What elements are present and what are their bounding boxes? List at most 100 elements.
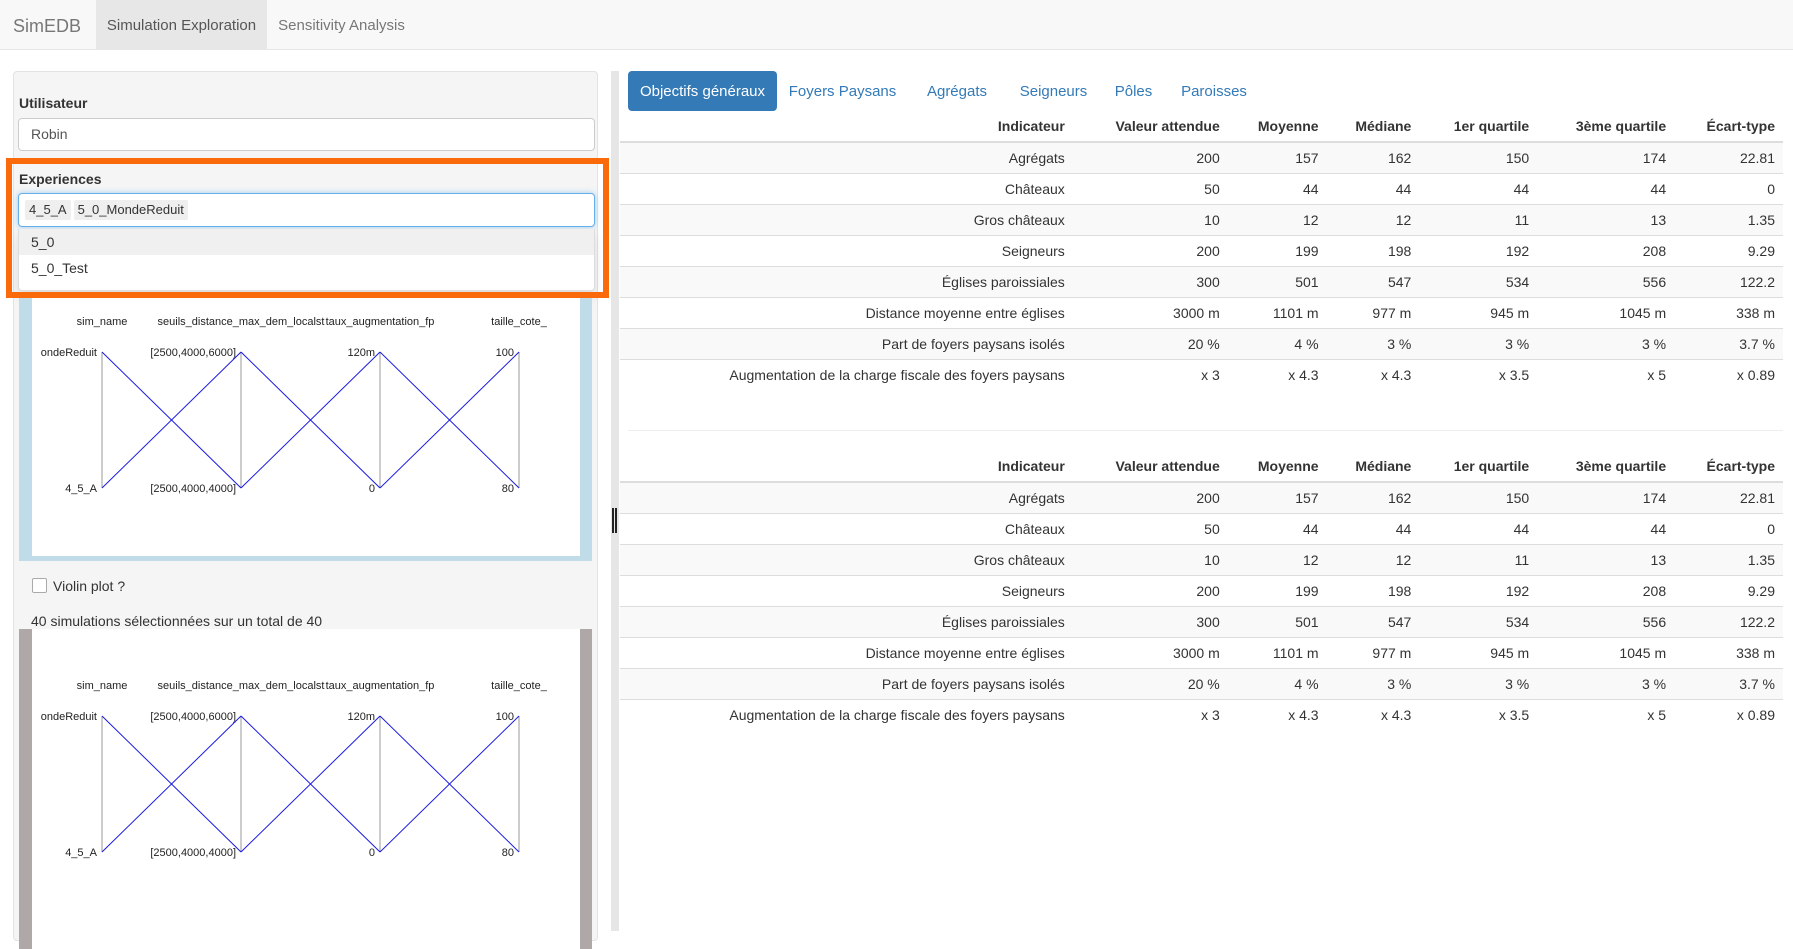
axis-tick-label: 100 — [496, 347, 514, 359]
brand-logo[interactable]: SimEDB — [13, 0, 81, 50]
value-cell: 300 — [1072, 606, 1228, 638]
axis-tick-label: [2500,4000,4000] — [150, 847, 236, 859]
value-cell: x 3 — [1072, 699, 1228, 730]
dropdown-option[interactable]: 5_0_Test — [19, 255, 594, 281]
table-header-row: Indicateur Valeur attendue Moyenne Média… — [620, 111, 1783, 143]
value-cell: x 4.3 — [1227, 699, 1327, 730]
table-row: Gros châteaux 10 12 12 11 13 1.35 — [620, 204, 1783, 236]
table-row: Agrégats 200 157 162 150 174 22.81 — [620, 141, 1783, 174]
value-cell: 12 — [1227, 544, 1327, 576]
axis-tick-label: 80 — [502, 483, 514, 495]
value-cell: 20 % — [1072, 668, 1228, 700]
table-row: Agrégats 200 157 162 150 174 22.81 — [620, 481, 1783, 514]
stats-table: Indicateur Valeur attendue Moyenne Média… — [620, 111, 1783, 390]
value-cell: 11 — [1419, 204, 1538, 236]
value-cell: 162 — [1326, 481, 1420, 514]
value-cell: 1101 m — [1227, 637, 1327, 669]
indicator-cell: Augmentation de la charge fiscale des fo… — [620, 699, 1073, 730]
value-cell: 9.29 — [1674, 235, 1783, 267]
value-cell: x 3.5 — [1419, 699, 1538, 730]
value-cell: 200 — [1072, 235, 1228, 267]
value-cell: 44 — [1227, 173, 1327, 205]
user-label: Utilisateur — [19, 95, 88, 111]
value-cell: 501 — [1227, 606, 1327, 638]
table-row: Châteaux 50 44 44 44 44 0 — [620, 513, 1783, 545]
value-cell: x 0.89 — [1674, 699, 1783, 730]
column-header: Indicateur — [620, 111, 1073, 143]
parcoords-svg[interactable]: sim_name ondeReduit 4_5_A seuils_distance_m… — [32, 629, 580, 949]
axis-title: taille_cote_ — [491, 316, 548, 328]
user-input[interactable]: Robin — [18, 118, 595, 151]
value-cell: 3000 m — [1072, 297, 1228, 329]
value-cell: 1045 m — [1537, 637, 1675, 669]
axis-title: taille_cote_ — [491, 680, 548, 692]
selected-chip[interactable]: 4_5_A — [25, 200, 71, 220]
value-cell: x 4.3 — [1326, 699, 1420, 730]
parcoords-canvas[interactable]: sim_name ondeReduit 4_5_A seuils_distance_m… — [32, 629, 580, 949]
axis-title: seuils_distance_max_dem_localst — [158, 316, 325, 328]
value-cell: 547 — [1326, 266, 1420, 298]
value-cell: 198 — [1326, 235, 1420, 267]
parcoords-canvas[interactable]: sim_name ondeReduit 4_5_A seuils_distance_m… — [32, 294, 580, 556]
value-cell: 10 — [1072, 544, 1228, 576]
value-cell: 174 — [1537, 481, 1675, 514]
axis-title: sim_name — [77, 316, 128, 328]
column-header: Moyenne — [1227, 451, 1327, 483]
tab-paroisses[interactable]: Paroisses — [1166, 71, 1262, 111]
experiences-select[interactable]: 4_5_A 5_0_MondeReduit — [18, 193, 595, 227]
indicator-cell: Part de foyers paysans isolés — [620, 668, 1073, 700]
indicator-cell: Agrégats — [620, 481, 1073, 514]
value-cell: 50 — [1072, 513, 1228, 545]
value-cell: 977 m — [1326, 297, 1420, 329]
value-cell: x 5 — [1537, 699, 1675, 730]
selected-chip[interactable]: 5_0_MondeReduit — [73, 200, 188, 220]
column-header: 3ème quartile — [1537, 111, 1675, 143]
value-cell: 945 m — [1419, 297, 1538, 329]
column-header: Médiane — [1326, 111, 1420, 143]
parcoords-plot-result[interactable]: sim_name ondeReduit 4_5_A seuils_distance_m… — [19, 629, 592, 949]
indicator-cell: Agrégats — [620, 141, 1073, 174]
value-cell: x 0.89 — [1674, 359, 1783, 390]
axis-tick-label: 120m — [347, 711, 375, 723]
parcoords-plot-filter[interactable]: sim_name ondeReduit 4_5_A seuils_distance_m… — [19, 294, 592, 561]
column-header: 1er quartile — [1419, 451, 1538, 483]
panel-splitter[interactable] — [611, 71, 619, 931]
table-row: Châteaux 50 44 44 44 44 0 — [620, 173, 1783, 205]
column-header: Médiane — [1326, 451, 1420, 483]
table-row: Distance moyenne entre églises 3000 m 1101… — [620, 297, 1783, 329]
value-cell: 122.2 — [1674, 606, 1783, 638]
value-cell: 44 — [1326, 513, 1420, 545]
axis-tick-label: [2500,4000,4000] — [150, 483, 236, 495]
value-cell: 12 — [1326, 544, 1420, 576]
value-cell: 1045 m — [1537, 297, 1675, 329]
value-cell: x 5 — [1537, 359, 1675, 390]
tab-agregats[interactable]: Agrégats — [908, 71, 1006, 111]
axis-tick-label: 120m — [347, 347, 375, 359]
column-header: Écart-type — [1674, 451, 1783, 483]
value-cell: 122.2 — [1674, 266, 1783, 298]
value-cell: 10 — [1072, 204, 1228, 236]
indicator-cell: Châteaux — [620, 513, 1073, 545]
value-cell: 1101 m — [1227, 297, 1327, 329]
nav-tab-simulation-exploration[interactable]: Simulation Exploration — [96, 0, 267, 49]
table-row: Augmentation de la charge fiscale des fo… — [620, 359, 1783, 390]
value-cell: 556 — [1537, 266, 1675, 298]
table-row: Seigneurs 200 199 198 192 208 9.29 — [620, 575, 1783, 607]
violin-checkbox[interactable] — [32, 578, 47, 593]
tab-objectifs-generaux[interactable]: Objectifs généraux — [628, 71, 777, 111]
nav-tab-sensitivity-analysis[interactable]: Sensitivity Analysis — [268, 0, 415, 49]
value-cell: 501 — [1227, 266, 1327, 298]
indicator-cell: Distance moyenne entre églises — [620, 297, 1073, 329]
tab-poles[interactable]: Pôles — [1101, 71, 1166, 111]
violin-plot-toggle[interactable]: Violin plot ? — [32, 578, 125, 594]
indicator-cell: Seigneurs — [620, 575, 1073, 607]
tab-foyers-paysans[interactable]: Foyers Paysans — [777, 71, 908, 111]
indicator-cell: Seigneurs — [620, 235, 1073, 267]
splitter-handle-icon[interactable] — [612, 508, 617, 533]
dropdown-option[interactable]: 5_0 — [19, 229, 594, 255]
value-cell: 157 — [1227, 141, 1327, 174]
axis-tick-label: 100 — [496, 711, 514, 723]
parcoords-svg[interactable]: sim_name ondeReduit 4_5_A seuils_distance_m… — [32, 294, 580, 556]
axis-tick-label: [2500,4000,6000] — [150, 711, 236, 723]
tab-seigneurs[interactable]: Seigneurs — [1006, 71, 1101, 111]
